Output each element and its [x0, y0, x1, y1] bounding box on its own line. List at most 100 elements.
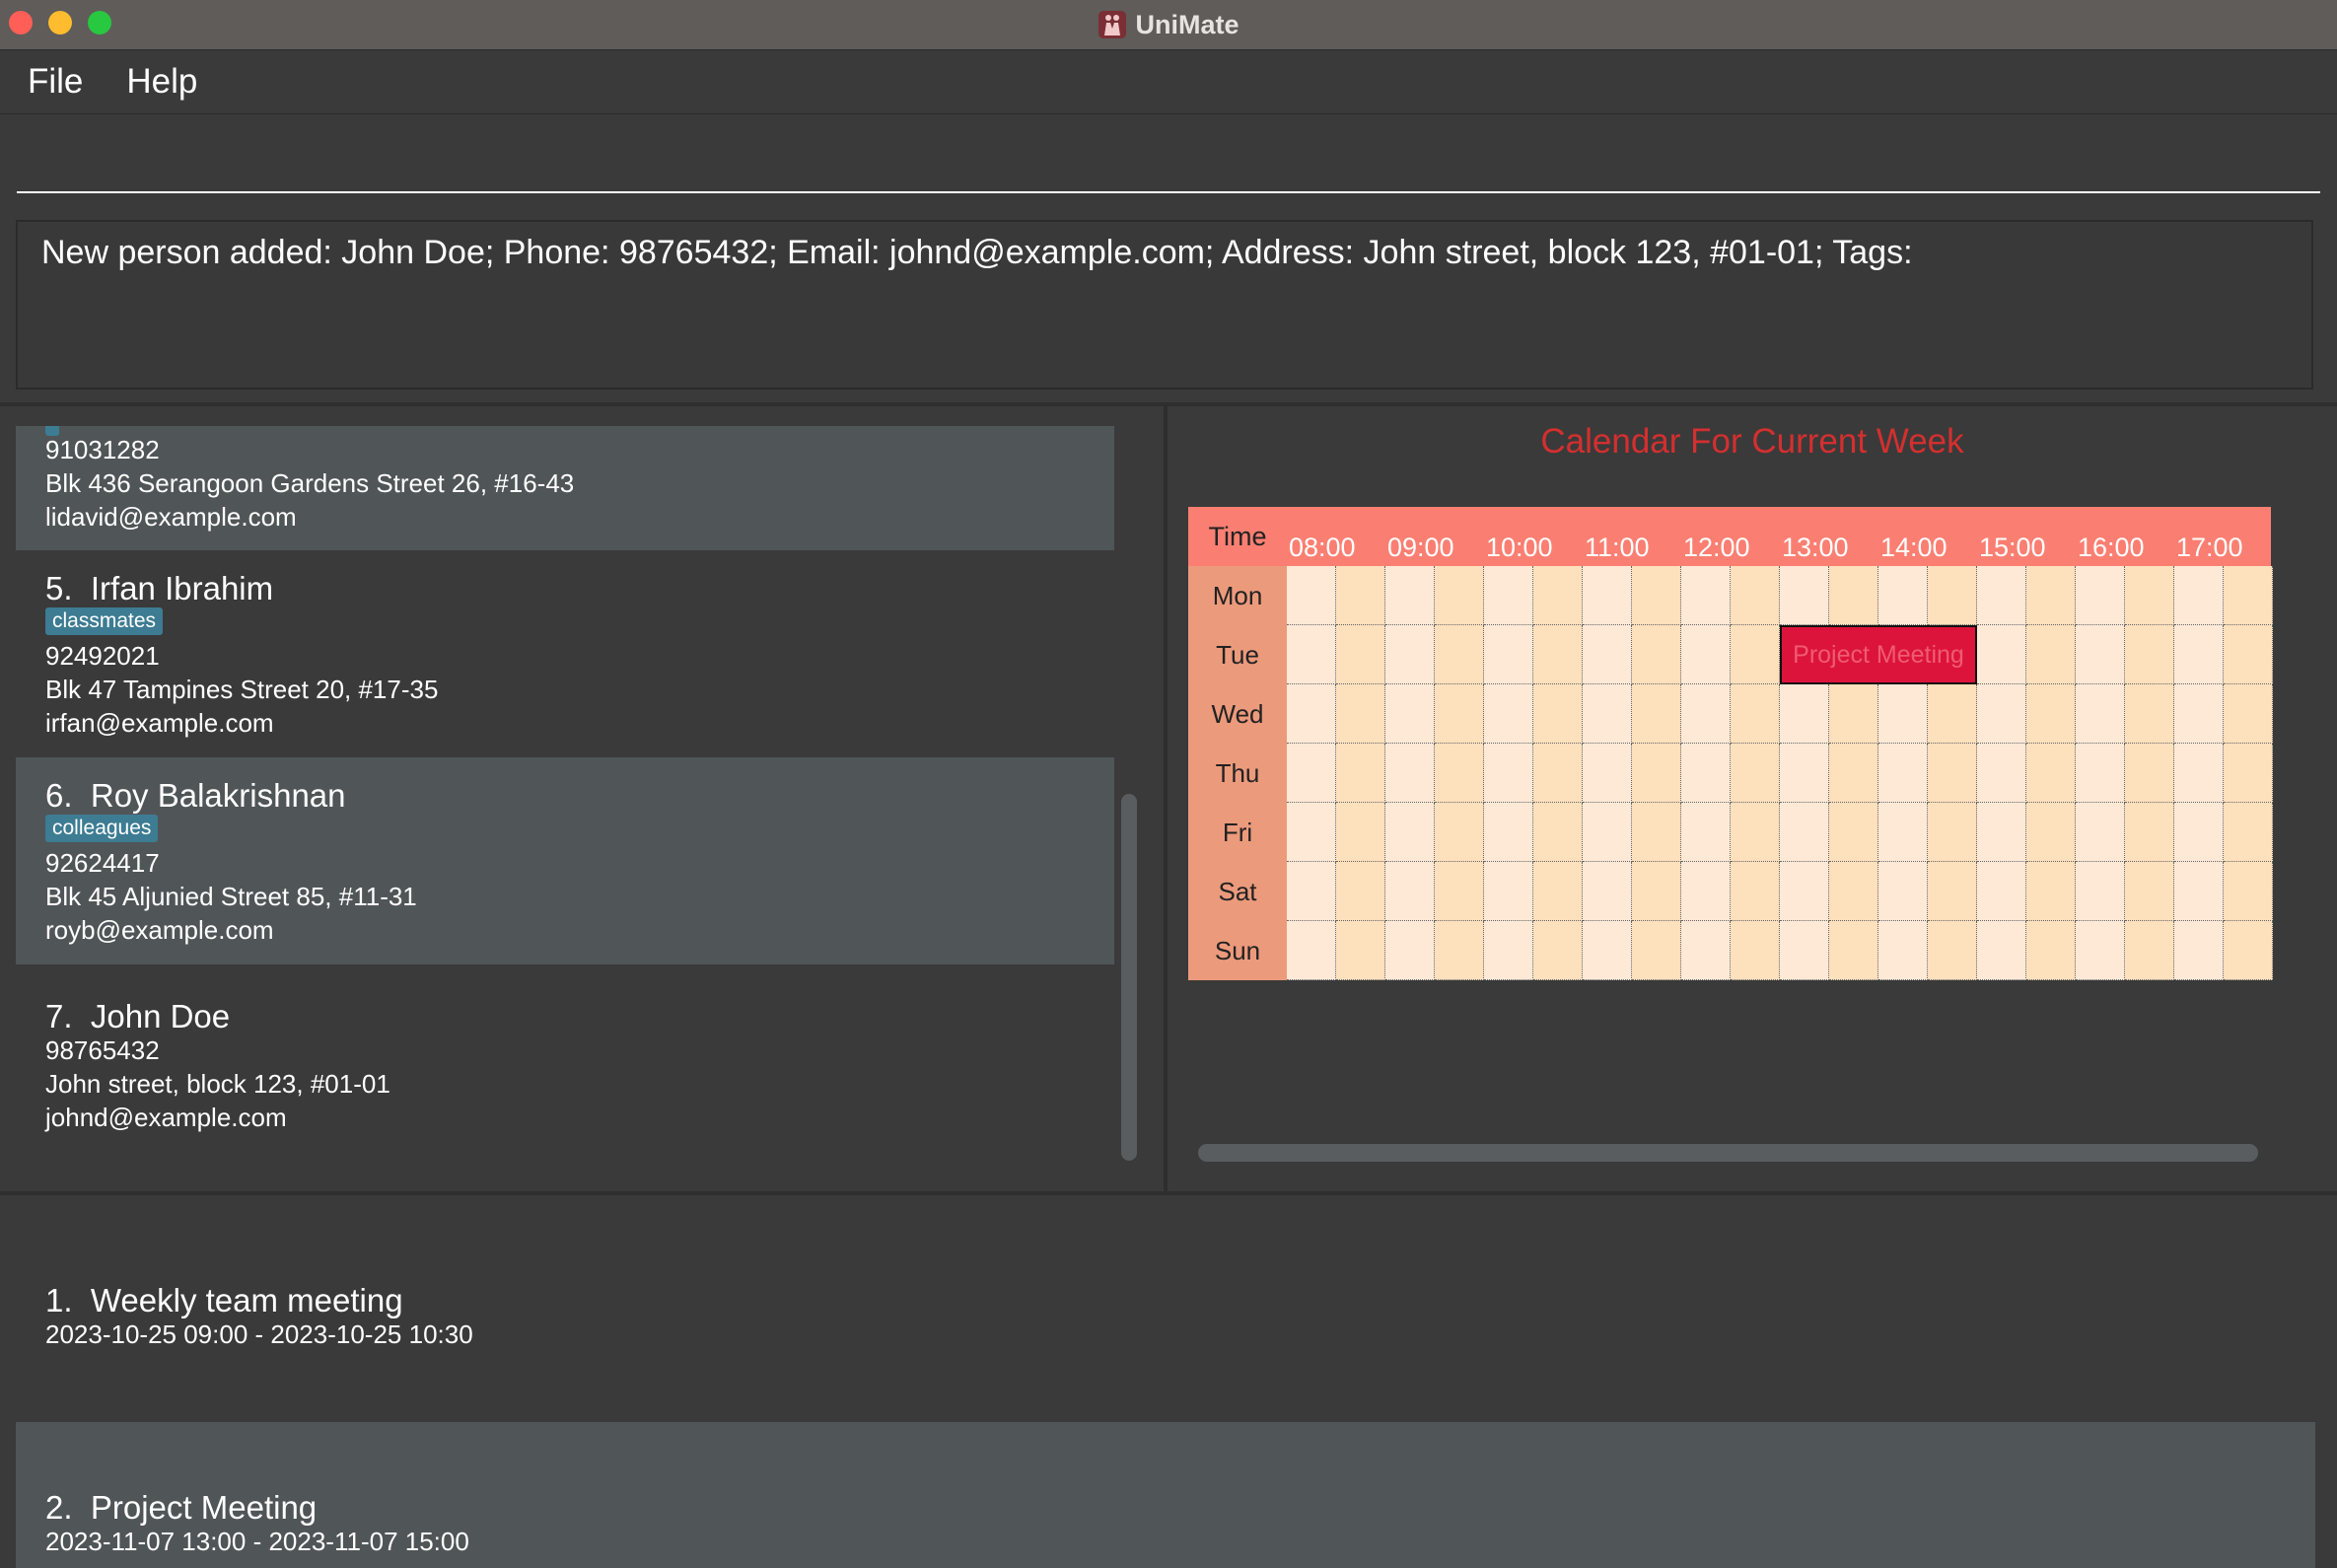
calendar-slot[interactable]: [1583, 566, 1632, 625]
calendar-slot[interactable]: [2026, 862, 2076, 921]
calendar-slot[interactable]: [1435, 803, 1484, 862]
calendar-slot[interactable]: [1829, 684, 1878, 744]
calendar-slot[interactable]: [1533, 744, 1583, 803]
calendar-slot[interactable]: [1287, 625, 1336, 684]
calendar-slot[interactable]: [1780, 921, 1829, 980]
calendar-slot[interactable]: [1435, 862, 1484, 921]
calendar-slot[interactable]: [1435, 921, 1484, 980]
calendar-slot[interactable]: [2224, 684, 2273, 744]
calendar-slot[interactable]: [1287, 566, 1336, 625]
calendar-slot[interactable]: [1583, 862, 1632, 921]
calendar-slot[interactable]: [2076, 684, 2125, 744]
calendar-slot[interactable]: [2125, 862, 2174, 921]
calendar-slot[interactable]: [1977, 862, 2026, 921]
calendar-slot[interactable]: [1336, 566, 1385, 625]
calendar-slot[interactable]: [1287, 684, 1336, 744]
calendar-slot[interactable]: [1878, 921, 1928, 980]
calendar-slot[interactable]: [2076, 625, 2125, 684]
calendar-slot[interactable]: [1583, 803, 1632, 862]
calendar-slot[interactable]: [1780, 803, 1829, 862]
calendar-slot[interactable]: [1731, 803, 1780, 862]
calendar-slot[interactable]: [2224, 862, 2273, 921]
calendar-slot[interactable]: [1287, 803, 1336, 862]
calendar-slot[interactable]: [1336, 684, 1385, 744]
calendar-slot[interactable]: [2174, 862, 2224, 921]
calendar-slot[interactable]: [1385, 744, 1435, 803]
calendar-slot[interactable]: [2224, 744, 2273, 803]
calendar-slot[interactable]: [1435, 744, 1484, 803]
calendar-slot[interactable]: [1928, 744, 1977, 803]
calendar-slot[interactable]: [2026, 625, 2076, 684]
calendar-slot[interactable]: [1287, 862, 1336, 921]
calendar-slot[interactable]: [1533, 921, 1583, 980]
calendar-slot[interactable]: [1928, 803, 1977, 862]
calendar-slot[interactable]: [2026, 803, 2076, 862]
event-list[interactable]: 1. Weekly team meeting 2023-10-25 09:00 …: [16, 1215, 2315, 1568]
calendar-slot[interactable]: [1632, 684, 1681, 744]
calendar-slot[interactable]: [1977, 566, 2026, 625]
calendar-slot[interactable]: [1435, 684, 1484, 744]
person-card[interactable]: 91031282 Blk 436 Serangoon Gardens Stree…: [16, 426, 1114, 550]
calendar-slot[interactable]: [1681, 625, 1731, 684]
calendar-slot[interactable]: [1780, 684, 1829, 744]
calendar-slot[interactable]: [1484, 566, 1533, 625]
calendar-slot[interactable]: [1780, 744, 1829, 803]
calendar-slot[interactable]: [1681, 803, 1731, 862]
calendar-slot[interactable]: [1878, 566, 1928, 625]
calendar-slot[interactable]: [2076, 862, 2125, 921]
calendar-slot[interactable]: [2026, 921, 2076, 980]
calendar-slot[interactable]: [2026, 684, 2076, 744]
event-card[interactable]: 1. Weekly team meeting 2023-10-25 09:00 …: [16, 1215, 2315, 1422]
calendar-slot[interactable]: [1533, 684, 1583, 744]
calendar-slot[interactable]: [1928, 862, 1977, 921]
calendar-slot[interactable]: [1484, 862, 1533, 921]
person-card[interactable]: 5. Irfan Ibrahim classmates 92492021 Blk…: [16, 550, 1114, 757]
panel-divider[interactable]: [1164, 404, 1168, 1193]
calendar-slot[interactable]: [2174, 921, 2224, 980]
calendar-slot[interactable]: [1336, 803, 1385, 862]
calendar-slot[interactable]: [1385, 566, 1435, 625]
calendar-slot[interactable]: [1385, 803, 1435, 862]
calendar-slot[interactable]: [1681, 744, 1731, 803]
calendar-slot[interactable]: [1583, 684, 1632, 744]
calendar-slot[interactable]: [2125, 566, 2174, 625]
calendar-horizontal-scrollbar[interactable]: [1198, 1144, 2258, 1162]
calendar-slot[interactable]: [1583, 744, 1632, 803]
calendar-slot[interactable]: [1385, 921, 1435, 980]
calendar-slot[interactable]: [2125, 684, 2174, 744]
calendar-slot[interactable]: [2125, 803, 2174, 862]
calendar-slot[interactable]: [1632, 921, 1681, 980]
calendar-slot[interactable]: [1681, 862, 1731, 921]
calendar-slot[interactable]: [1385, 684, 1435, 744]
calendar-slot[interactable]: [2174, 803, 2224, 862]
calendar-slot[interactable]: [1336, 921, 1385, 980]
calendar-slot[interactable]: [1878, 684, 1928, 744]
event-card[interactable]: 2. Project Meeting 2023-11-07 13:00 - 20…: [16, 1422, 2315, 1568]
calendar-slot[interactable]: [2174, 566, 2224, 625]
calendar-slot[interactable]: [1336, 744, 1385, 803]
person-card[interactable]: 6. Roy Balakrishnan colleagues 92624417 …: [16, 757, 1114, 964]
calendar-slot[interactable]: [1533, 625, 1583, 684]
calendar-slot[interactable]: [1977, 803, 2026, 862]
calendar-slot[interactable]: [1336, 625, 1385, 684]
calendar-slot[interactable]: [1829, 744, 1878, 803]
calendar-slot[interactable]: [2125, 625, 2174, 684]
calendar-slot[interactable]: [1681, 566, 1731, 625]
calendar-slot[interactable]: [2224, 625, 2273, 684]
calendar-slot[interactable]: [2026, 566, 2076, 625]
calendar-slot[interactable]: [2174, 744, 2224, 803]
calendar-slot[interactable]: [1731, 566, 1780, 625]
calendar-slot[interactable]: [1484, 744, 1533, 803]
calendar-slot[interactable]: [1731, 744, 1780, 803]
calendar-slot[interactable]: [1484, 625, 1533, 684]
calendar-slot[interactable]: [1435, 625, 1484, 684]
calendar-slot[interactable]: [2076, 921, 2125, 980]
calendar-slot[interactable]: [2076, 803, 2125, 862]
person-card[interactable]: 7. John Doe 98765432 John street, block …: [16, 964, 1114, 1171]
calendar-slot[interactable]: [1583, 921, 1632, 980]
calendar-slot[interactable]: [1977, 625, 2026, 684]
calendar-slot[interactable]: [1632, 803, 1681, 862]
calendar-slot[interactable]: [1632, 625, 1681, 684]
calendar-slot[interactable]: [1385, 862, 1435, 921]
calendar-slot[interactable]: [2224, 921, 2273, 980]
